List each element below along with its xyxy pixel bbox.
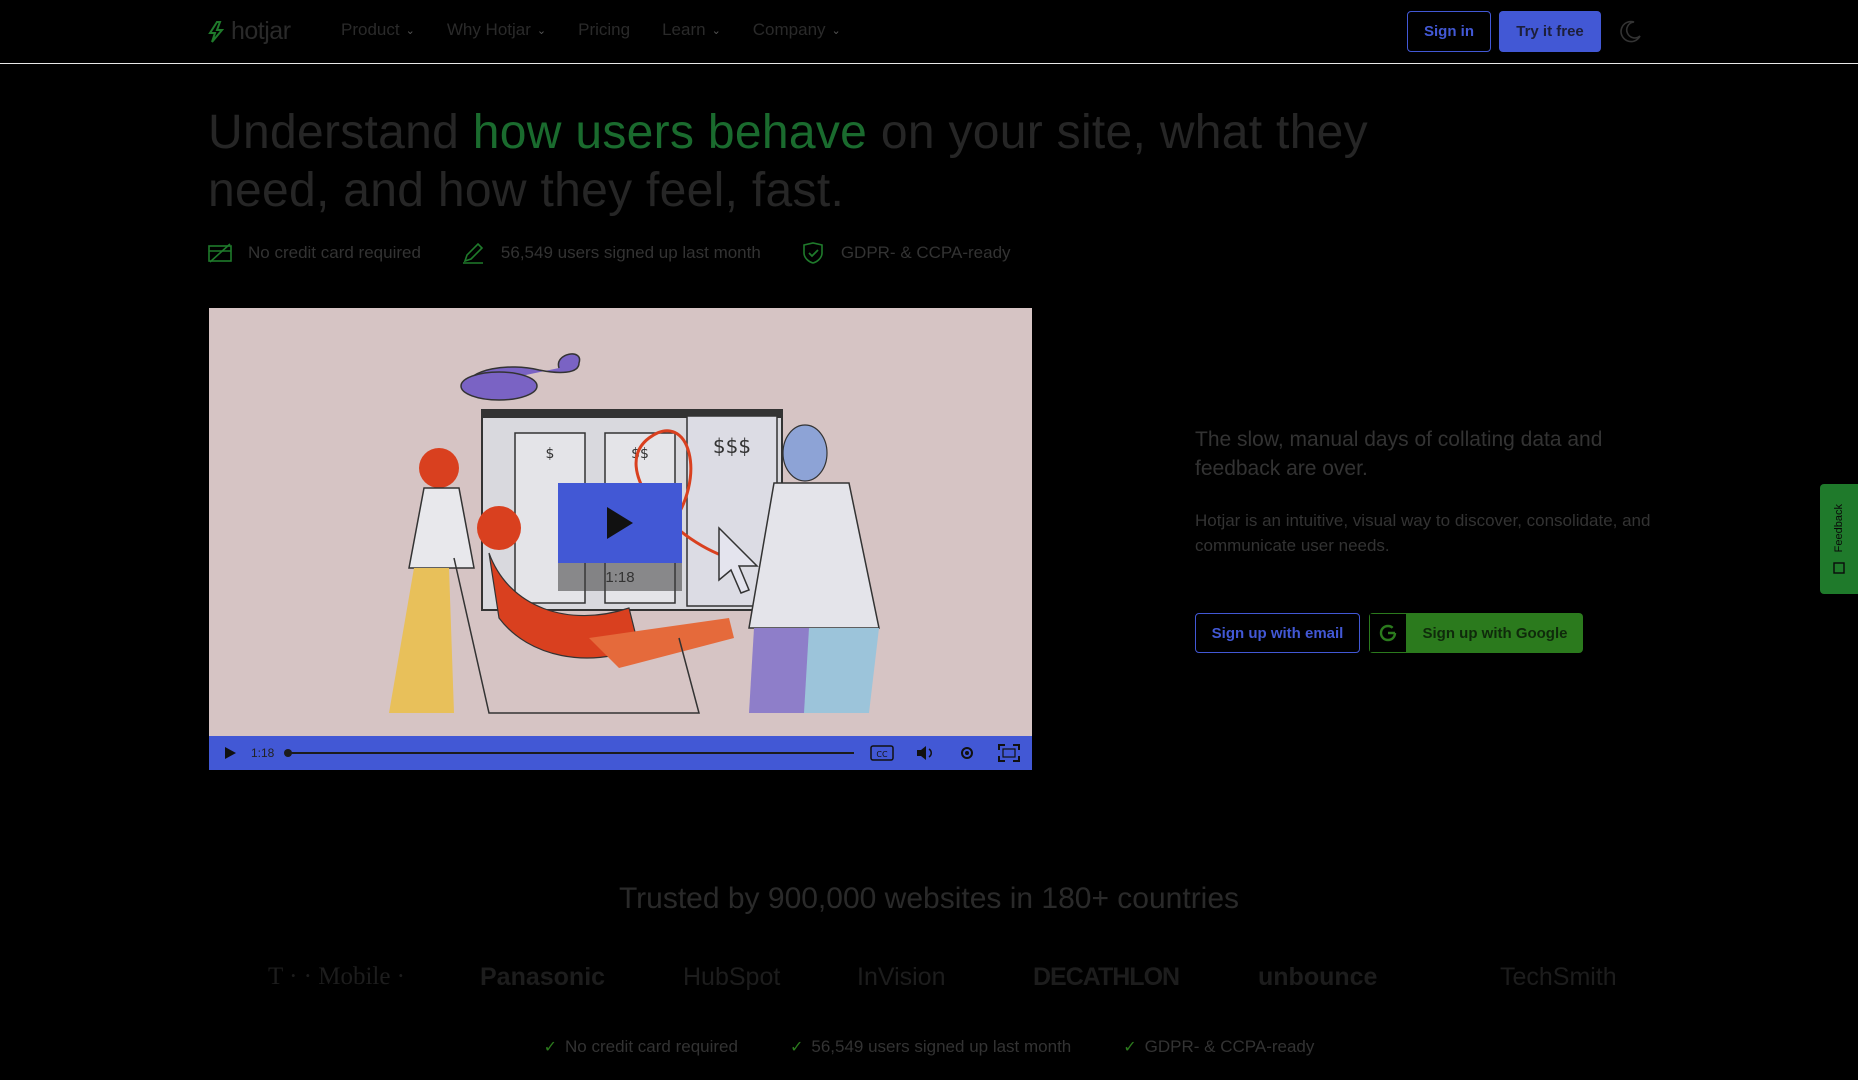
trust-checks: ✓ No credit card required ✓ 56,549 users s… [0,1037,1858,1057]
progress-knob[interactable] [284,749,293,757]
menu-item-label: Learn [662,20,706,39]
hubspot-logo: HubSpot [683,963,781,991]
customer-logos: T · · Mobile · Panasonic HubSpot InVisio… [0,955,1858,1001]
google-g-icon [1379,624,1397,642]
hero-headline: Understand how users behave on your site… [208,104,1458,220]
menu-item-product[interactable]: Product ⌄ [341,20,415,40]
hero-badges: No credit card required 56,549 users sig… [208,241,1051,265]
main-menu: Product ⌄ Why Hotjar ⌄ Pricing Learn ⌄ Comp… [341,20,873,40]
menu-item-company[interactable]: Company ⌄ [753,20,841,40]
price-label: $$$ [713,434,751,458]
play-icon [607,507,633,539]
pencil-icon [462,242,484,264]
fullscreen-icon[interactable] [998,744,1021,762]
credit-card-icon [208,243,232,263]
badge-text: 56,549 users signed up last month [500,243,761,262]
techsmith-logo: TechSmith [1500,963,1617,991]
checkmark-icon: ✓ [789,1039,804,1056]
menu-item-why-hotjar[interactable]: Why Hotjar ⌄ [447,20,546,40]
check-item: ✓ GDPR- & CCPA-ready [1123,1037,1314,1057]
hotjar-logo[interactable]: hotjar [207,17,291,46]
hero-video[interactable]: $ $$ $$$ 1:18 1:18 CC [209,308,1032,770]
badge-text: GDPR- & CCPA-ready [840,243,1011,262]
menu-item-label: Product [341,20,400,39]
try-it-free-button[interactable]: Try it free [1499,11,1601,52]
menu-item-label: Why Hotjar [446,20,531,39]
badge-gdpr: GDPR- & CCPA-ready [801,241,1011,265]
settings-gear-icon[interactable] [958,744,976,762]
headline-text: Understand [208,106,473,159]
play-icon[interactable] [223,746,237,760]
google-logo-box [1369,613,1407,653]
check-text: 56,549 users signed up last month [811,1037,1072,1056]
hotjar-flame-icon [208,20,225,43]
hero-body-text: Hotjar is an intuitive, visual way to di… [1195,511,1651,555]
logo-text: hotjar [231,17,291,45]
check-item: ✓ 56,549 users signed up last month [790,1037,1071,1057]
unbounce-logo: unbounce [1258,963,1378,991]
trusted-heading: Trusted by 900,000 websites in 180+ coun… [618,882,1240,915]
menu-item-label: Company [752,20,826,39]
sign-up-email-button[interactable]: Sign up with email [1195,613,1360,653]
captions-icon[interactable]: CC [870,745,895,761]
chevron-down-icon: ⌄ [711,24,721,37]
video-control-icons: CC [870,744,1021,762]
decathlon-logo: DECATHLON [1033,963,1180,991]
invision-logo: InVision [857,963,946,991]
feedback-tab[interactable]: Feedback [1820,484,1858,594]
moon-icon[interactable] [1617,19,1643,45]
menu-item-label: Pricing [578,20,631,39]
tmobile-logo: T · · Mobile · [268,963,406,990]
chevron-down-icon: ⌄ [831,24,841,37]
play-button[interactable] [558,483,682,563]
shield-check-icon [803,242,823,264]
sign-in-button[interactable]: Sign in [1407,11,1491,52]
badge-text: No credit card required [248,243,421,262]
menu-item-learn[interactable]: Learn ⌄ [662,20,721,40]
headline-accent: how users behave [472,106,868,159]
video-time: 1:18 [251,746,275,760]
menu-item-pricing[interactable]: Pricing [578,20,630,40]
badge-no-credit-card: No credit card required [208,242,421,264]
badge-users-signed-up: 56,549 users signed up last month [461,241,761,265]
video-duration: 1:18 [558,563,682,591]
checkmark-icon: ✓ [1123,1039,1137,1056]
check-text: No credit card required [565,1037,738,1056]
check-text: GDPR- & CCPA-ready [1144,1037,1315,1056]
video-controls: 1:18 CC [209,736,1032,770]
checkmark-icon: ✓ [543,1039,558,1056]
svg-text:CC: CC [877,750,889,759]
feedback-tab-label: Feedback [1833,503,1845,553]
hero-lead-text: The slow, manual days of collating data … [1195,428,1603,480]
feedback-chat-icon [1833,562,1845,574]
volume-icon[interactable] [916,745,936,761]
chevron-down-icon: ⌄ [405,24,415,37]
panasonic-logo: Panasonic [480,963,606,991]
video-progress-bar[interactable] [284,749,855,757]
top-nav: hotjar Product ⌄ Why Hotjar ⌄ Pricing Lear… [0,0,1858,64]
chevron-down-icon: ⌄ [536,24,547,37]
sign-up-google-button[interactable]: Sign up with Google [1369,613,1583,653]
check-item: ✓ No credit card required [544,1037,738,1057]
price-label: $ [546,446,555,462]
google-button-label: Sign up with Google [1422,624,1568,642]
